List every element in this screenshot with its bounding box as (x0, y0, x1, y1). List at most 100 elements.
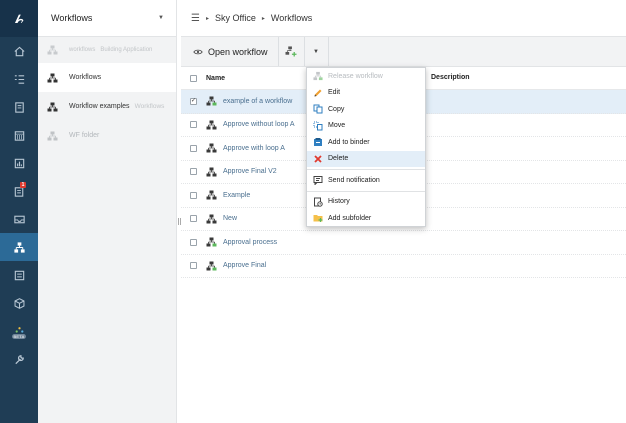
open-workflow-button[interactable]: Open workflow (181, 37, 279, 66)
hamburger-menu-icon[interactable]: ☰ (191, 13, 200, 24)
beta-label: BETA (11, 334, 27, 339)
table-row[interactable]: Approval process (181, 231, 626, 255)
menu-divider (307, 190, 425, 192)
workflow-name[interactable]: Approval process (223, 239, 277, 246)
menu-item-release-workflow[interactable]: Release workflow (307, 68, 425, 85)
workflow-icon (206, 120, 217, 130)
tasks-badge: 1 (20, 182, 26, 188)
workflow-icon (206, 261, 217, 271)
workflow-folder-icon (47, 131, 58, 140)
row-checkbox[interactable] (190, 121, 197, 129)
new-workflow-icon (285, 46, 297, 57)
menu-item-history[interactable]: History (307, 194, 425, 211)
workflow-name[interactable]: example of a workflow (223, 98, 292, 105)
column-header-name[interactable]: Name (206, 75, 225, 82)
workflow-folder-icon (47, 102, 58, 111)
workflow-name[interactable]: Example (223, 192, 250, 199)
row-checkbox[interactable] (190, 215, 197, 223)
menu-item-label: Add subfolder (328, 214, 372, 222)
context-menu: Release workflow Edit Copy Move Add to b… (306, 67, 426, 227)
more-actions-dropdown[interactable]: ▼ (305, 37, 329, 66)
select-all-checkbox[interactable] (190, 74, 197, 82)
eye-icon (193, 49, 203, 54)
menu-item-label: Move (328, 122, 346, 130)
binder-icon (314, 138, 322, 147)
release-workflow-icon (313, 72, 323, 81)
breadcrumb-current: Workflows (270, 13, 313, 23)
folder-parent-item[interactable]: workflows Building Application (38, 37, 176, 63)
form-icon[interactable] (0, 261, 38, 289)
menu-item-label: Release workflow (328, 72, 383, 80)
row-checkbox[interactable] (190, 191, 197, 199)
menu-divider (307, 169, 425, 170)
new-workflow-button[interactable] (279, 37, 305, 66)
toolbar: Open workflow ▼ (181, 37, 626, 67)
workflow-folder-icon (47, 45, 58, 55)
cube-icon[interactable] (0, 289, 38, 317)
workflow-name[interactable]: Approve Final (223, 262, 266, 269)
folder-item-hint: Workflows (134, 103, 165, 110)
folder-panel: Workflows ▼ workflows Building Applicati… (38, 0, 177, 423)
breadcrumb-root[interactable]: Sky Office (215, 13, 256, 23)
menu-item-label: Add to binder (328, 138, 370, 146)
menu-item-move[interactable]: Move (307, 118, 425, 135)
breadcrumb-arrow-icon: ▸ (205, 15, 209, 22)
folder-item-workflows[interactable]: Workflows (38, 63, 176, 92)
move-icon (313, 121, 323, 131)
chevron-down-icon: ▼ (158, 15, 164, 21)
workflow-folder-icon (47, 73, 58, 82)
document-icon[interactable] (0, 93, 38, 121)
folder-item-wf-folder[interactable]: WF folder (38, 121, 176, 150)
chart-icon[interactable] (0, 149, 38, 177)
menu-item-label: History (328, 198, 350, 206)
workflow-icon (206, 214, 217, 224)
home-icon[interactable] (0, 37, 38, 65)
menu-item-edit[interactable]: Edit (307, 85, 425, 102)
row-checkbox[interactable] (190, 144, 197, 152)
menu-item-add-subfolder[interactable]: Add subfolder (307, 210, 425, 227)
menu-item-send-notification[interactable]: Send notification (307, 172, 425, 189)
open-workflow-label: Open workflow (208, 46, 268, 57)
workflow-name[interactable]: Approve Final V2 (223, 168, 277, 175)
mail-icon[interactable] (0, 205, 38, 233)
breadcrumb: ☰ ▸ Sky Office ▸ Workflows (181, 0, 626, 37)
breadcrumb-arrow-icon: ▸ (261, 15, 265, 22)
main-content: ☰ ▸ Sky Office ▸ Workflows Open workflow… (181, 0, 626, 423)
workflow-icon[interactable] (0, 233, 38, 261)
column-header-description[interactable]: Description (431, 74, 470, 81)
table-row[interactable]: Approve Final (181, 255, 626, 278)
row-checkbox[interactable] (190, 262, 197, 270)
add-folder-icon (313, 215, 323, 223)
pencil-icon (314, 89, 322, 97)
notification-icon (313, 176, 323, 186)
row-checkbox[interactable] (190, 238, 197, 246)
folder-selector[interactable]: Workflows ▼ (38, 0, 176, 37)
folder-item-label: Workflows (69, 74, 102, 81)
copy-icon (313, 104, 323, 114)
folder-parent-label: workflows (69, 47, 96, 53)
folder-item-label: Workflow examples (69, 103, 130, 110)
wrench-icon[interactable] (0, 345, 38, 373)
menu-item-copy[interactable]: Copy (307, 101, 425, 118)
menu-item-label: Copy (328, 105, 345, 113)
workflow-icon (206, 143, 217, 153)
menu-item-add-to-binder[interactable]: Add to binder (307, 134, 425, 151)
delete-x-icon (314, 155, 322, 163)
tasks-icon[interactable]: 1 (0, 177, 38, 205)
calendar-icon[interactable] (0, 121, 38, 149)
folder-item-workflow-examples[interactable]: Workflow examples Workflows (38, 92, 176, 121)
menu-item-label: Edit (328, 89, 341, 97)
app-logo[interactable] (0, 0, 38, 37)
list-icon[interactable] (0, 65, 38, 93)
beta-icon[interactable]: BETA (0, 317, 38, 345)
row-checkbox[interactable] (190, 168, 197, 176)
workflow-icon (206, 237, 217, 247)
chevron-down-icon: ▼ (313, 48, 319, 55)
workflow-name[interactable]: Approve with loop A (223, 145, 285, 152)
workflow-name[interactable]: Approve without loop A (223, 121, 295, 128)
folder-item-label: WF folder (69, 132, 100, 139)
workflow-name[interactable]: New (223, 215, 237, 222)
menu-item-delete[interactable]: Delete (307, 150, 425, 167)
workflow-icon (206, 167, 217, 177)
row-checkbox[interactable]: ✓ (190, 97, 197, 105)
